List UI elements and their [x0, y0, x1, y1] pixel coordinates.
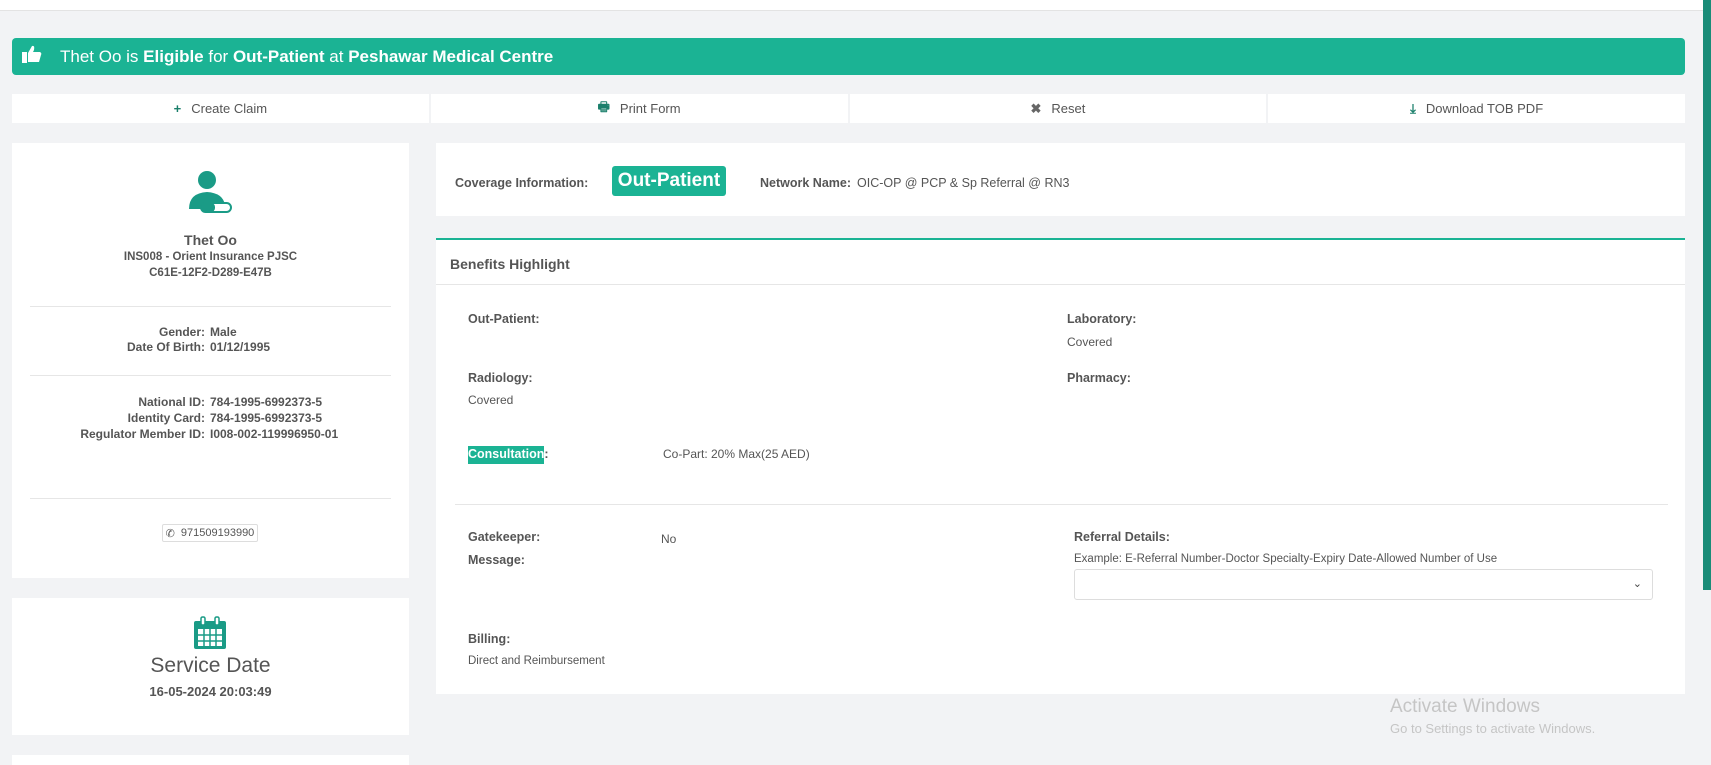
network-name-label: Network Name: — [760, 176, 851, 190]
identity-card-row: Identity Card: 784-1995-6992373-5 — [127, 411, 323, 425]
close-icon: ✖ — [1030, 100, 1042, 116]
laboratory-value: Covered — [1067, 335, 1113, 349]
patient-icon — [187, 169, 233, 218]
activate-windows-subtitle: Go to Settings to activate Windows. — [1390, 721, 1596, 736]
out-patient-label: Out-Patient: — [468, 312, 540, 326]
message-label: Message: — [468, 553, 525, 567]
chevron-down-icon: ⌄ — [1632, 578, 1642, 590]
calendar-icon — [193, 616, 227, 653]
plus-icon: + — [173, 101, 182, 116]
create-claim-button[interactable]: + Create Claim — [12, 94, 429, 123]
scrollbar[interactable] — [1703, 0, 1711, 590]
divider — [30, 375, 391, 376]
coverage-badge: Out-Patient — [612, 166, 726, 196]
consultation-label: Consultation: — [468, 446, 549, 464]
regulator-id-row: Regulator Member ID: I008-002-119996950-0… — [80, 427, 339, 441]
radiology-value: Covered — [468, 393, 514, 407]
phone-badge[interactable]: ✆ 971509193990 — [162, 524, 258, 542]
service-date-title: Service Date — [150, 654, 271, 677]
consultation-value: Co-Part: 20% Max(25 AED) — [663, 447, 810, 461]
thumbs-up-icon — [22, 45, 42, 68]
activate-windows-title: Activate Windows — [1390, 696, 1540, 717]
gatekeeper-label: Gatekeeper: — [468, 530, 541, 544]
divider — [436, 284, 1685, 285]
gatekeeper-value: No — [661, 532, 677, 546]
gender-row: Gender: Male — [158, 325, 237, 339]
service-date-card: Service Date 16-05-2024 20:03:49 — [12, 598, 409, 735]
reset-button[interactable]: ✖ Reset — [849, 94, 1267, 123]
member-name: Thet Oo — [184, 232, 237, 248]
billing-label: Billing: — [468, 632, 511, 646]
eligibility-banner: Thet Oo is Eligible for Out-Patient at P… — [12, 38, 1685, 75]
laboratory-label: Laboratory: — [1067, 312, 1137, 326]
service-datetime: 16-05-2024 20:03:49 — [149, 684, 272, 699]
next-card — [12, 755, 409, 765]
national-id-row: National ID: 784-1995-6992373-5 — [138, 395, 323, 409]
member-code: C61E-12F2-D289-E47B — [149, 267, 272, 279]
coverage-label: Coverage Information: — [455, 176, 589, 190]
dob-row: Date Of Birth: 01/12/1995 — [127, 340, 271, 354]
download-icon: ⤓ — [1410, 100, 1416, 116]
insurer: INS008 - Orient Insurance PJSC — [123, 251, 298, 263]
top-bar — [0, 0, 1711, 11]
eligibility-message: Thet Oo is Eligible for Out-Patient at P… — [60, 46, 554, 66]
coverage-card: Coverage Information: Out-Patient Networ… — [436, 143, 1685, 216]
pharmacy-label: Pharmacy: — [1067, 371, 1131, 385]
phone-icon: ✆ — [165, 527, 175, 540]
print-icon: 🖶 — [597, 98, 610, 114]
benefits-panel: Benefits Highlight Out-Patient: Laborato… — [436, 238, 1685, 694]
member-card: Thet Oo INS008 - Orient Insurance PJSC C… — [12, 143, 409, 578]
download-tob-pdf-button[interactable]: ⤓ Download TOB PDF — [1268, 94, 1685, 123]
divider — [455, 504, 1668, 505]
referral-details-label: Referral Details: — [1074, 530, 1170, 544]
benefits-title: Benefits Highlight — [450, 256, 570, 272]
referral-example: Example: E-Referral Number-Doctor Specia… — [1074, 553, 1498, 565]
divider — [30, 498, 391, 499]
radiology-label: Radiology: — [468, 371, 533, 385]
referral-select[interactable]: ⌄ — [1074, 569, 1653, 600]
billing-value: Direct and Reimbursement — [468, 655, 605, 667]
action-bar: + Create Claim 🖶 Print Form ✖ Reset ⤓ Downlo… — [12, 94, 1685, 123]
divider — [30, 306, 391, 307]
print-form-button[interactable]: 🖶 Print Form — [430, 94, 848, 123]
network-name: OIC-OP @ PCP & Sp Referral @ RN3 — [857, 176, 1070, 190]
